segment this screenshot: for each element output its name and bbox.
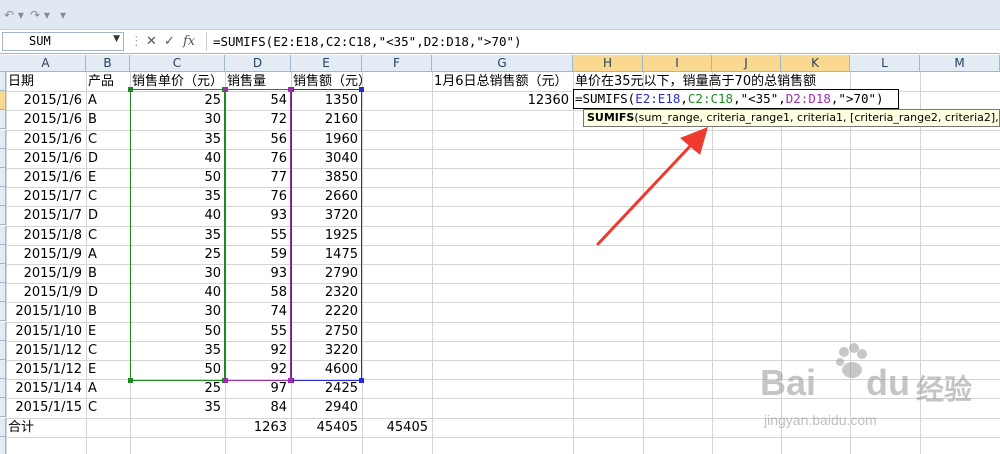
watermark-brand: Bai bbox=[760, 362, 817, 403]
watermark-brand2: du bbox=[866, 362, 910, 403]
baidu-watermark: Bai du 经验 jingyan.baidu.com bbox=[750, 340, 1000, 454]
watermark-url: jingyan.baidu.com bbox=[764, 412, 877, 428]
watermark-cn: 经验 bbox=[916, 373, 973, 406]
